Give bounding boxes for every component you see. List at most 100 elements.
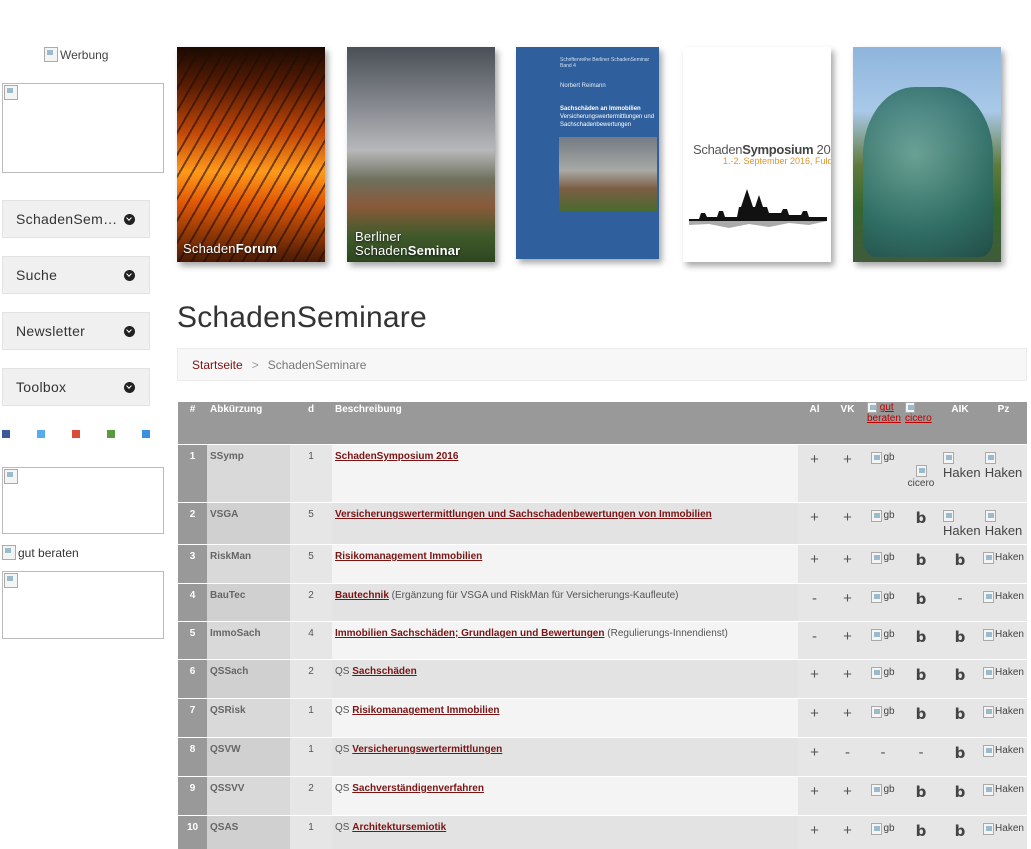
row-beschreibung: QS Architektursemiotik <box>332 815 798 849</box>
ad-image-2[interactable] <box>2 467 164 534</box>
table-row: 5 ImmoSach 4 Immobilien Sachschäden; Grundl… <box>178 621 1027 660</box>
cell-gut-beraten: gb <box>864 502 902 545</box>
row-beschreibung: QS Risikomanagement Immobilien <box>332 698 798 738</box>
cell-pz: Haken <box>980 737 1027 777</box>
cell-aik: b <box>940 659 980 699</box>
seminar-link[interactable]: Sachschäden <box>352 666 416 677</box>
cell-cicero: b <box>902 815 940 849</box>
banner-fountain-statue[interactable] <box>853 47 1001 262</box>
symposium-date: 1.-2. September 2016, Fulda <box>723 156 831 166</box>
gut-beraten-alt-text: gut beraten <box>18 545 79 560</box>
email-icon[interactable] <box>142 430 150 438</box>
gb-image: gb <box>871 667 895 679</box>
row-abkuerzung: QSAS <box>207 815 290 849</box>
row-number: 4 <box>178 583 207 622</box>
table-row: 9 QSSVV 2 QS Sachverständigenverfahren + + gb b… <box>178 776 1027 816</box>
seminar-link[interactable]: Architektursemiotik <box>352 822 446 833</box>
nav-schadenseminare-button[interactable]: SchadenSeminare <box>2 200 150 238</box>
ad-image-1[interactable] <box>2 83 164 173</box>
ad-image-3[interactable] <box>2 571 164 639</box>
werbung-image[interactable]: Werbung <box>44 47 108 62</box>
seminar-link[interactable]: Versicherungswertermittlungen und Sachsc… <box>335 509 712 520</box>
breadcrumb: Startseite > SchadenSeminare <box>177 348 1027 381</box>
cell-gut-beraten: gb <box>864 776 902 816</box>
row-beschreibung: Bautechnik (Ergänzung für VSGA und RiskM… <box>332 583 798 622</box>
col-cicero[interactable]: cicero <box>902 402 940 445</box>
row-number: 8 <box>178 737 207 777</box>
cell-gut-beraten: gb <box>864 444 902 503</box>
row-beschreibung: QS Versicherungswertermittlungen <box>332 737 798 777</box>
row-abkuerzung: QSVW <box>207 737 290 777</box>
gut-beraten-image[interactable]: gut beraten <box>2 545 79 560</box>
cell-pz: Haken <box>980 544 1027 584</box>
seminar-link[interactable]: Bautechnik <box>335 590 389 601</box>
broken-image-icon <box>983 591 995 603</box>
cell-al: + <box>798 444 831 503</box>
cell-aik: b <box>940 698 980 738</box>
seminar-link[interactable]: Immobilien Sachschäden; Grundlagen und B… <box>335 628 604 639</box>
row-duration: 1 <box>290 698 332 738</box>
row-number: 7 <box>178 698 207 738</box>
banner-book-cover[interactable]: Schriftenreihe Berliner SchadenSeminar B… <box>516 47 659 259</box>
cell-pz: Haken <box>980 621 1027 660</box>
nav-label: Toolbox <box>16 379 67 395</box>
cell-cicero: b <box>902 776 940 816</box>
cell-gut-beraten: gb <box>864 659 902 699</box>
table-row: 6 QSSach 2 QS Sachschäden + + gb b b Haken <box>178 659 1027 699</box>
seminar-link[interactable]: Sachverständigenverfahren <box>352 783 484 794</box>
banner-schadenforum[interactable]: SchadenForum <box>177 47 325 262</box>
row-duration: 5 <box>290 502 332 545</box>
col-gut-beraten[interactable]: gut beraten <box>864 402 902 445</box>
table-row: 4 BauTec 2 Bautechnik (Ergänzung für VSGA u… <box>178 583 1027 622</box>
seminar-link[interactable]: SchadenSymposium 2016 <box>335 451 458 462</box>
cicero-b-icon: b <box>954 783 966 801</box>
cell-aik: b <box>940 776 980 816</box>
table-row: 3 RiskMan 5 Risikomanagement Immobilien + + gb… <box>178 544 1027 584</box>
cicero-b-icon: b <box>915 822 927 840</box>
facebook-icon[interactable] <box>2 430 10 438</box>
haken-image: Haken <box>984 452 1022 480</box>
broken-image-icon <box>984 510 996 522</box>
nav-newsletter-button[interactable]: Newsletter <box>2 312 150 350</box>
chevron-down-icon <box>124 269 135 281</box>
skyline-icon <box>689 189 827 228</box>
cicero-b-icon: b <box>954 705 966 723</box>
seminar-link[interactable]: Versicherungswertermittlungen <box>352 744 502 755</box>
cicero-b-icon: b <box>915 783 927 801</box>
cell-al: + <box>798 815 831 849</box>
cicero-b-icon: b <box>954 666 966 684</box>
row-abkuerzung: ImmoSach <box>207 621 290 660</box>
row-abkuerzung: QSSach <box>207 659 290 699</box>
nav-toolbox-button[interactable]: Toolbox <box>2 368 150 406</box>
seminar-link[interactable]: Risikomanagement Immobilien <box>352 705 499 716</box>
chevron-down-icon <box>124 325 135 337</box>
cell-al: + <box>798 659 831 699</box>
row-number: 6 <box>178 659 207 699</box>
col-al: Al <box>798 402 831 445</box>
page-title: SchadenSeminare <box>177 301 427 334</box>
cell-gut-beraten: - <box>864 737 902 777</box>
broken-image-icon <box>871 591 883 603</box>
broken-image-icon <box>983 552 995 564</box>
twitter-icon[interactable] <box>37 430 45 438</box>
banner-berliner-schadenseminar[interactable]: Berliner SchadenSeminar <box>347 47 495 262</box>
cell-cicero: b <box>902 583 940 622</box>
broken-image-icon <box>871 823 883 835</box>
cell-gut-beraten: gb <box>864 815 902 849</box>
cell-pz: Haken <box>980 815 1027 849</box>
table-row: 2 VSGA 5 Versicherungswertermittlungen und … <box>178 502 1027 545</box>
breadcrumb-home-link[interactable]: Startseite <box>192 358 243 372</box>
table-row: 10 QSAS 1 QS Architektursemiotik + + gb b b Haken <box>178 815 1027 849</box>
row-abkuerzung: BauTec <box>207 583 290 622</box>
haken-image: Haken <box>983 823 1024 835</box>
googleplus-icon[interactable] <box>72 430 80 438</box>
xing-icon[interactable] <box>107 430 115 438</box>
broken-image-icon <box>943 510 954 522</box>
book-series: Schriftenreihe Berliner SchadenSeminar B… <box>560 57 650 69</box>
seminar-link[interactable]: Risikomanagement Immobilien <box>335 551 482 562</box>
cell-cicero: b <box>902 502 940 545</box>
gb-image: gb <box>871 510 895 522</box>
nav-suche-button[interactable]: Suche <box>2 256 150 294</box>
cicero-b-icon: b <box>954 822 966 840</box>
banner-schadensymposium[interactable]: SchadenSymposium 2016 1.-2. September 20… <box>683 47 831 262</box>
